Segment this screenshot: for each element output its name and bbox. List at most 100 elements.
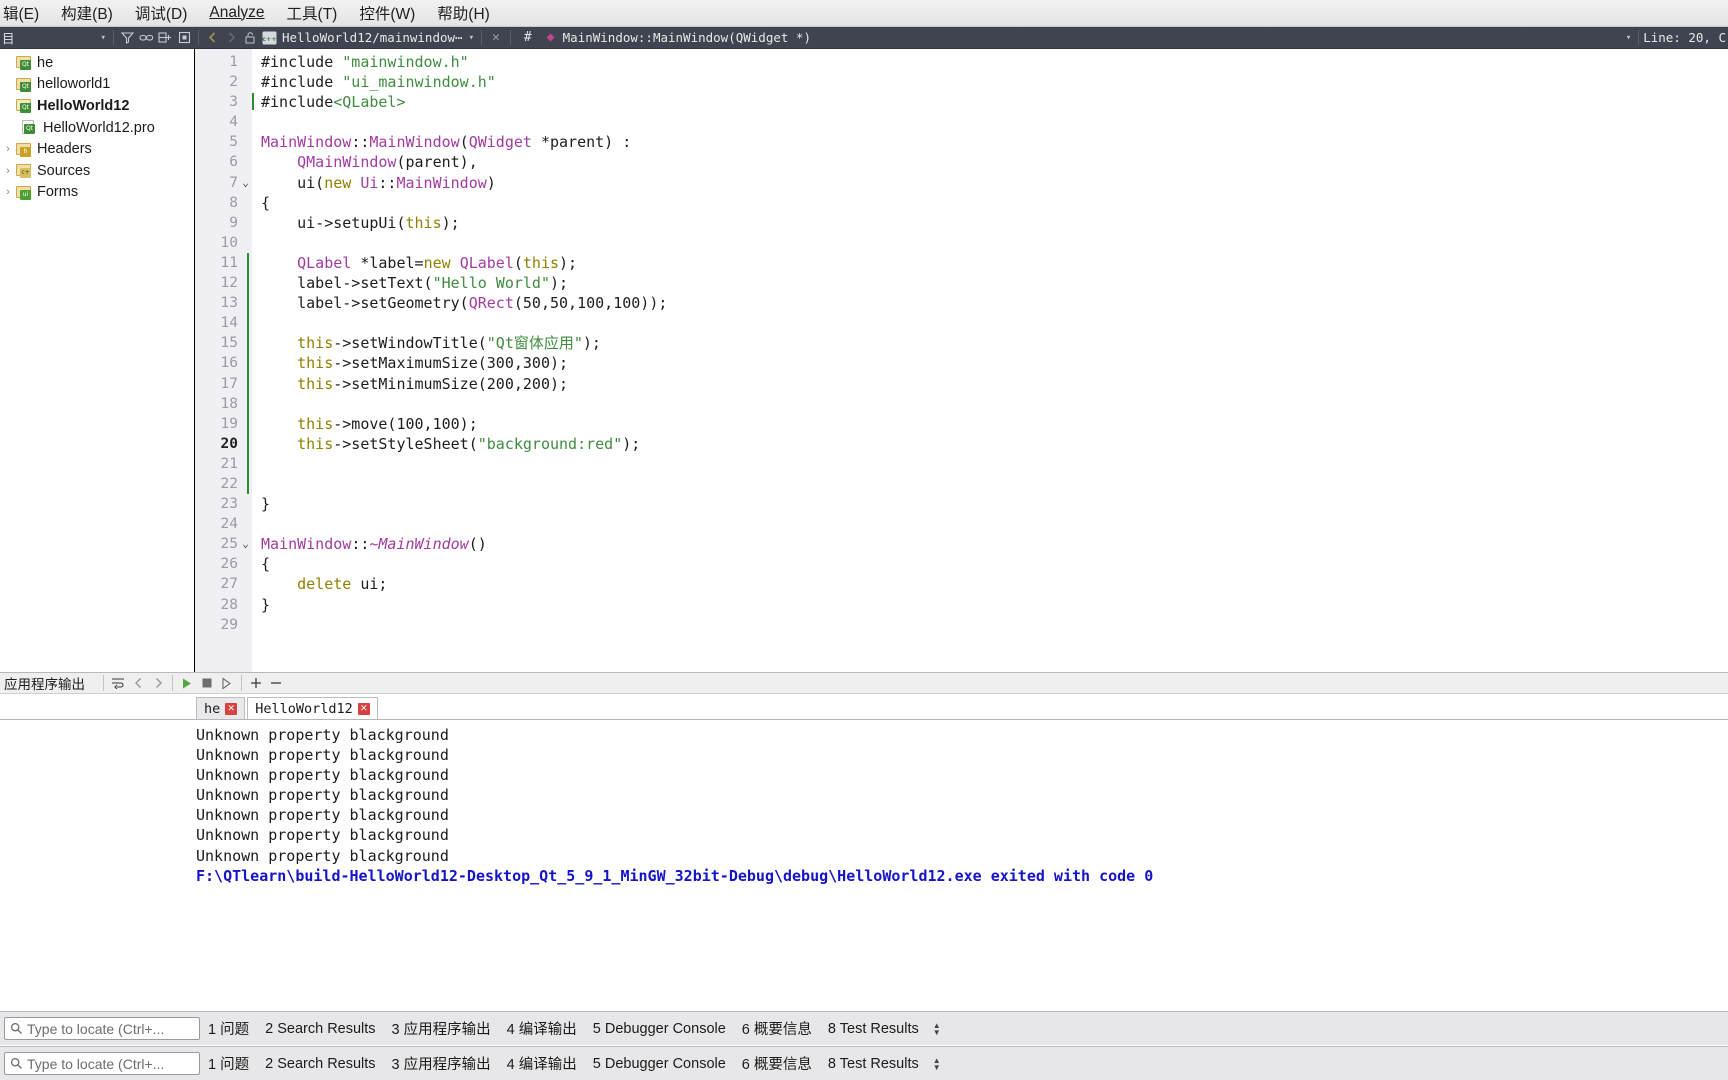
code-line[interactable]: 16 this->setMaximumSize(300,300);	[195, 353, 1728, 373]
code-line[interactable]: 4	[195, 112, 1728, 132]
status-button-app-output-2[interactable]: 3 应用程序输出	[384, 1053, 499, 1074]
run-icon[interactable]	[177, 673, 197, 693]
code-line[interactable]: 3 #include<QLabel>	[195, 92, 1728, 112]
status-button-test-results-2[interactable]: 8 Test Results	[820, 1056, 927, 1072]
project-tree[interactable]: Qt he Qt helloworld1 Qt HelloWorld12 Qt …	[0, 49, 195, 694]
code-line[interactable]: 28}	[195, 595, 1728, 615]
code-line[interactable]: 27 delete ui;	[195, 574, 1728, 594]
code-line[interactable]: 12 label->setText("Hello World");	[195, 273, 1728, 293]
tree-item-forms[interactable]: › ui Forms	[0, 182, 194, 204]
project-selector-label[interactable]: 目	[0, 28, 18, 47]
next-item-icon[interactable]	[148, 673, 168, 693]
close-icon[interactable]: ✕	[357, 702, 370, 715]
chevron-right-icon[interactable]: ›	[0, 186, 16, 198]
menu-item-help[interactable]: 帮助(H)	[426, 0, 501, 27]
menu-item-build[interactable]: 构建(B)	[50, 0, 124, 27]
file-breadcrumb[interactable]: HelloWorld12/mainwindow⋯	[279, 30, 466, 45]
close-icon[interactable]: ✕	[225, 702, 238, 715]
chevron-right-icon[interactable]: ›	[0, 165, 16, 177]
code-line[interactable]: 29	[195, 615, 1728, 635]
code-line[interactable]: 23}	[195, 494, 1728, 514]
line-column-indicator[interactable]: Line: 20, C	[1643, 30, 1728, 45]
split-add-icon[interactable]	[156, 28, 175, 48]
code-line[interactable]: 6 QMainWindow(parent),	[195, 152, 1728, 172]
code-line[interactable]: 1 #include "mainwindow.h"	[195, 52, 1728, 72]
fold-collapse-icon[interactable]: ⌄	[239, 173, 252, 193]
status-button-overview[interactable]: 6 概要信息	[734, 1018, 820, 1039]
code-line[interactable]: 26 {	[195, 554, 1728, 574]
code-line[interactable]: 21	[195, 454, 1728, 474]
code-line[interactable]: 24	[195, 514, 1728, 534]
locator-input[interactable]: Type to locate (Ctrl+...	[4, 1017, 200, 1040]
status-button-compile-output-2[interactable]: 4 编译输出	[499, 1053, 585, 1074]
status-button-problems-2[interactable]: 1 问题	[200, 1053, 257, 1074]
filter-icon[interactable]	[118, 28, 137, 48]
lineinfo-chevron-down-icon[interactable]: ▾	[1623, 33, 1634, 43]
code-line[interactable]: 20 this->setStyleSheet("background:red")…	[195, 434, 1728, 454]
back-arrow-icon[interactable]	[203, 28, 222, 48]
code-text-area[interactable]: 1 #include "mainwindow.h" 2 #include "ui_ma…	[195, 49, 1728, 635]
fold-collapse-icon[interactable]: ⌄	[239, 534, 252, 554]
output-tab-helloworld12[interactable]: HelloWorld12 ✕	[247, 697, 378, 719]
status-button-debugger-console[interactable]: 5 Debugger Console	[585, 1021, 734, 1037]
status-button-app-output[interactable]: 3 应用程序输出	[384, 1018, 499, 1039]
menu-item-edit[interactable]: 辑(E)	[0, 0, 50, 27]
code-line[interactable]: 5 MainWindow::MainWindow(QWidget *parent)…	[195, 132, 1728, 152]
status-button-search-results[interactable]: 2 Search Results	[257, 1021, 383, 1037]
prev-item-icon[interactable]	[128, 673, 148, 693]
code-editor[interactable]: 1 #include "mainwindow.h" 2 #include "ui_ma…	[195, 49, 1728, 694]
code-line[interactable]: 11 QLabel *label=new QLabel(this);	[195, 253, 1728, 273]
chevron-right-icon[interactable]: ›	[0, 143, 16, 155]
status-button-search-results-2[interactable]: 2 Search Results	[257, 1056, 383, 1072]
attach-icon[interactable]	[217, 673, 237, 693]
code-line[interactable]: 17 this->setMinimumSize(200,200);	[195, 374, 1728, 394]
chevron-down-icon[interactable]: ▾	[98, 33, 109, 43]
code-line[interactable]: 10	[195, 233, 1728, 253]
code-line[interactable]: 25 ⌄ MainWindow::~MainWindow()	[195, 534, 1728, 554]
symbol-hash-icon[interactable]: #	[515, 30, 541, 45]
menu-item-debug[interactable]: 调试(D)	[124, 0, 199, 27]
output-link-line[interactable]: F:\QTlearn\build-HelloWorld12-Desktop_Qt…	[196, 866, 1728, 886]
menu-item-label: Analyze	[209, 3, 265, 21]
status-button-overview-2[interactable]: 6 概要信息	[734, 1053, 820, 1074]
status-button-debugger-console-2[interactable]: 5 Debugger Console	[585, 1056, 734, 1072]
code-line[interactable]: 7 ⌄ ui(new Ui::MainWindow)	[195, 173, 1728, 193]
code-line[interactable]: 14	[195, 313, 1728, 333]
plus-icon[interactable]	[246, 673, 266, 693]
status-button-compile-output[interactable]: 4 编译输出	[499, 1018, 585, 1039]
minus-icon[interactable]	[266, 673, 286, 693]
fullscreen-icon[interactable]	[175, 28, 194, 48]
output-tab-he[interactable]: he ✕	[196, 697, 246, 719]
tree-item-sources[interactable]: › c+ Sources	[0, 160, 194, 182]
file-chevron-down-icon[interactable]: ▾	[466, 33, 477, 43]
unlock-icon[interactable]	[241, 28, 260, 48]
code-line[interactable]: 22	[195, 474, 1728, 494]
code-line[interactable]: 15 this->setWindowTitle("Qt窗体应用");	[195, 333, 1728, 353]
output-text-area[interactable]: Unknown property blackground Unknown prop…	[0, 721, 1728, 1009]
status-button-test-results[interactable]: 8 Test Results	[820, 1021, 927, 1037]
tree-item-he[interactable]: Qt he	[0, 52, 194, 74]
tree-item-helloworld1[interactable]: Qt helloworld1	[0, 74, 194, 96]
panel-resize-handle-secondary[interactable]: ▲ ▼	[927, 1056, 947, 1071]
tree-item-helloworld12-pro[interactable]: Qt HelloWorld12.pro	[0, 117, 194, 139]
menu-item-tools[interactable]: 工具(T)	[276, 0, 349, 27]
panel-resize-handle[interactable]: ▲ ▼	[927, 1021, 947, 1036]
menu-item-analyze[interactable]: Analyze	[198, 2, 275, 25]
code-line[interactable]: 2 #include "ui_mainwindow.h"	[195, 72, 1728, 92]
code-line[interactable]: 19 this->move(100,100);	[195, 414, 1728, 434]
close-file-button[interactable]: ✕	[486, 30, 506, 45]
link-icon[interactable]	[137, 28, 156, 48]
forward-arrow-icon[interactable]	[222, 28, 241, 48]
code-line[interactable]: 18	[195, 394, 1728, 414]
locator-input-secondary[interactable]: Type to locate (Ctrl+...	[4, 1052, 200, 1075]
symbol-breadcrumb[interactable]: MainWindow::MainWindow(QWidget *)	[560, 30, 814, 45]
menu-item-widgets[interactable]: 控件(W)	[348, 0, 426, 27]
word-wrap-icon[interactable]	[108, 673, 128, 693]
code-line[interactable]: 13 label->setGeometry(QRect(50,50,100,10…	[195, 293, 1728, 313]
code-line[interactable]: 8{	[195, 193, 1728, 213]
status-button-problems[interactable]: 1 问题	[200, 1018, 257, 1039]
tree-item-headers[interactable]: › h Headers	[0, 138, 194, 160]
tree-item-helloworld12[interactable]: Qt HelloWorld12	[0, 95, 194, 117]
stop-icon[interactable]	[197, 673, 217, 693]
code-line[interactable]: 9 ui->setupUi(this);	[195, 213, 1728, 233]
